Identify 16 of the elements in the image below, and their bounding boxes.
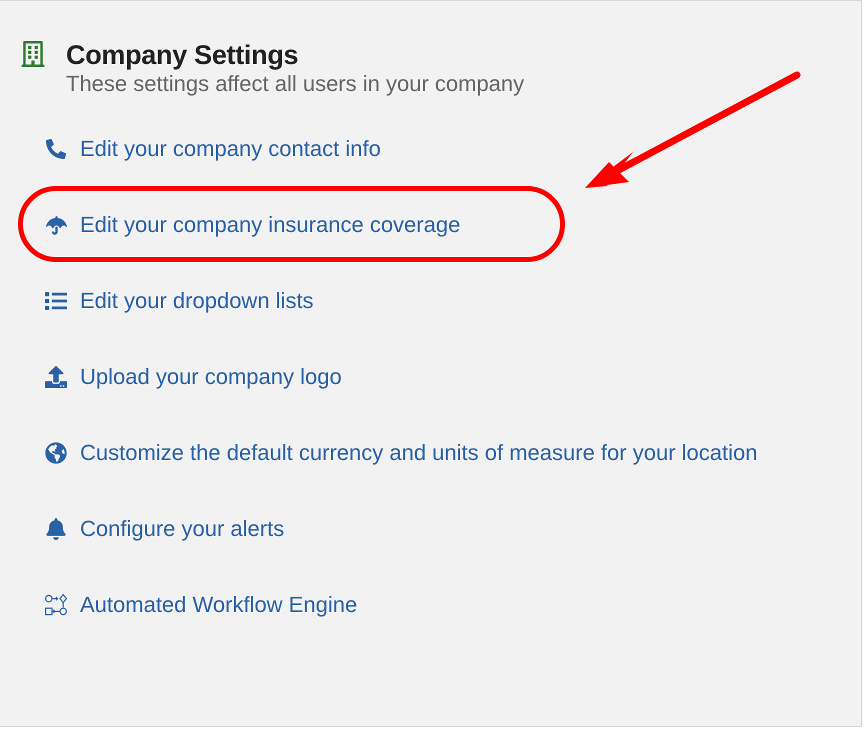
- settings-link[interactable]: Automated Workflow Engine: [80, 587, 780, 623]
- settings-link[interactable]: Upload your company logo: [80, 359, 780, 395]
- phone-icon: [46, 139, 66, 159]
- settings-link[interactable]: Customize the default currency and units of measure for your location: [80, 435, 780, 471]
- panel-title: Company Settings: [66, 39, 300, 71]
- settings-link[interactable]: Edit your company insurance coverage: [80, 207, 780, 243]
- bell-icon: [45, 518, 67, 540]
- building-icon: [20, 41, 46, 67]
- settings-link[interactable]: Configure your alerts: [80, 511, 780, 547]
- settings-link[interactable]: Edit your dropdown lists: [80, 283, 780, 319]
- globe-icon: [45, 442, 67, 464]
- panel-subtitle: These settings affect all users in your company: [66, 71, 524, 97]
- list-icon: [45, 290, 67, 312]
- umbrella-icon: [46, 214, 66, 236]
- upload-icon: [45, 366, 67, 388]
- settings-link[interactable]: Edit your company contact info: [80, 131, 780, 167]
